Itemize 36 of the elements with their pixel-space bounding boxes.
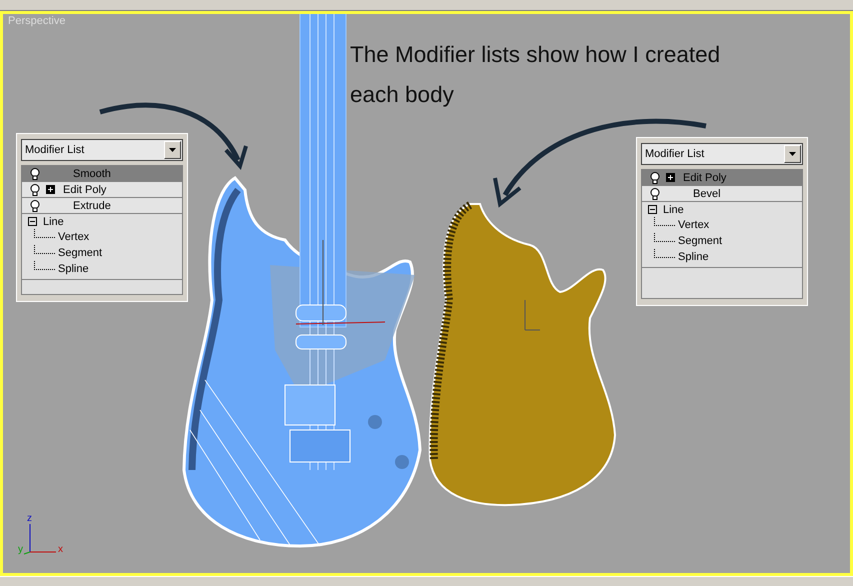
tree-line-icon bbox=[654, 233, 675, 242]
tree-line-icon bbox=[34, 261, 55, 270]
modifier-dropdown[interactable]: Modifier List bbox=[641, 143, 803, 165]
viewport-label: Perspective bbox=[8, 15, 66, 27]
plus-icon[interactable] bbox=[666, 173, 675, 182]
lightbulb-icon[interactable] bbox=[30, 168, 40, 180]
modifier-item[interactable]: Extrude bbox=[22, 198, 182, 214]
annotation-text: each body bbox=[350, 81, 455, 109]
object-item[interactable]: Line bbox=[22, 214, 182, 229]
sub-object-item[interactable]: Spline bbox=[22, 261, 182, 277]
lightbulb-icon[interactable] bbox=[650, 188, 660, 200]
perspective-viewport[interactable]: Perspective The Modifier lists show how I created each body Modifier List Smooth Edit Poly Extrude Line Vertex Segment Spline Modifier List Edit Poly Bevel Line Vertex Segment Spline z y x bbox=[0, 11, 853, 576]
sub-object-item[interactable]: Segment bbox=[642, 233, 802, 249]
dropdown-arrow-icon[interactable] bbox=[789, 152, 796, 156]
lightbulb-icon[interactable] bbox=[30, 184, 40, 196]
collapse-icon[interactable] bbox=[28, 217, 37, 226]
sub-object-item[interactable]: Segment bbox=[22, 245, 182, 261]
modifier-dropdown[interactable]: Modifier List bbox=[21, 139, 183, 161]
dropdown-arrow-icon[interactable] bbox=[169, 148, 176, 152]
tree-line-icon bbox=[34, 229, 55, 238]
sub-object-item[interactable]: Spline bbox=[642, 249, 802, 265]
collapse-icon[interactable] bbox=[648, 205, 657, 214]
sub-object-item[interactable]: Vertex bbox=[642, 217, 802, 233]
plus-icon[interactable] bbox=[46, 185, 55, 194]
tree-line-icon bbox=[654, 217, 675, 226]
tree-line-icon bbox=[654, 249, 675, 258]
sub-object-item[interactable]: Vertex bbox=[22, 229, 182, 245]
object-item[interactable]: Line bbox=[642, 202, 802, 217]
tree-line-icon bbox=[34, 245, 55, 254]
modifier-item[interactable]: Bevel bbox=[642, 186, 802, 202]
modifier-item[interactable]: Edit Poly bbox=[22, 182, 182, 198]
annotation-text: The Modifier lists show how I created bbox=[350, 41, 720, 69]
lightbulb-icon[interactable] bbox=[30, 200, 40, 212]
modifier-item[interactable]: Smooth bbox=[22, 166, 182, 182]
lightbulb-icon[interactable] bbox=[650, 172, 660, 184]
modifier-item[interactable]: Edit Poly bbox=[642, 170, 802, 186]
